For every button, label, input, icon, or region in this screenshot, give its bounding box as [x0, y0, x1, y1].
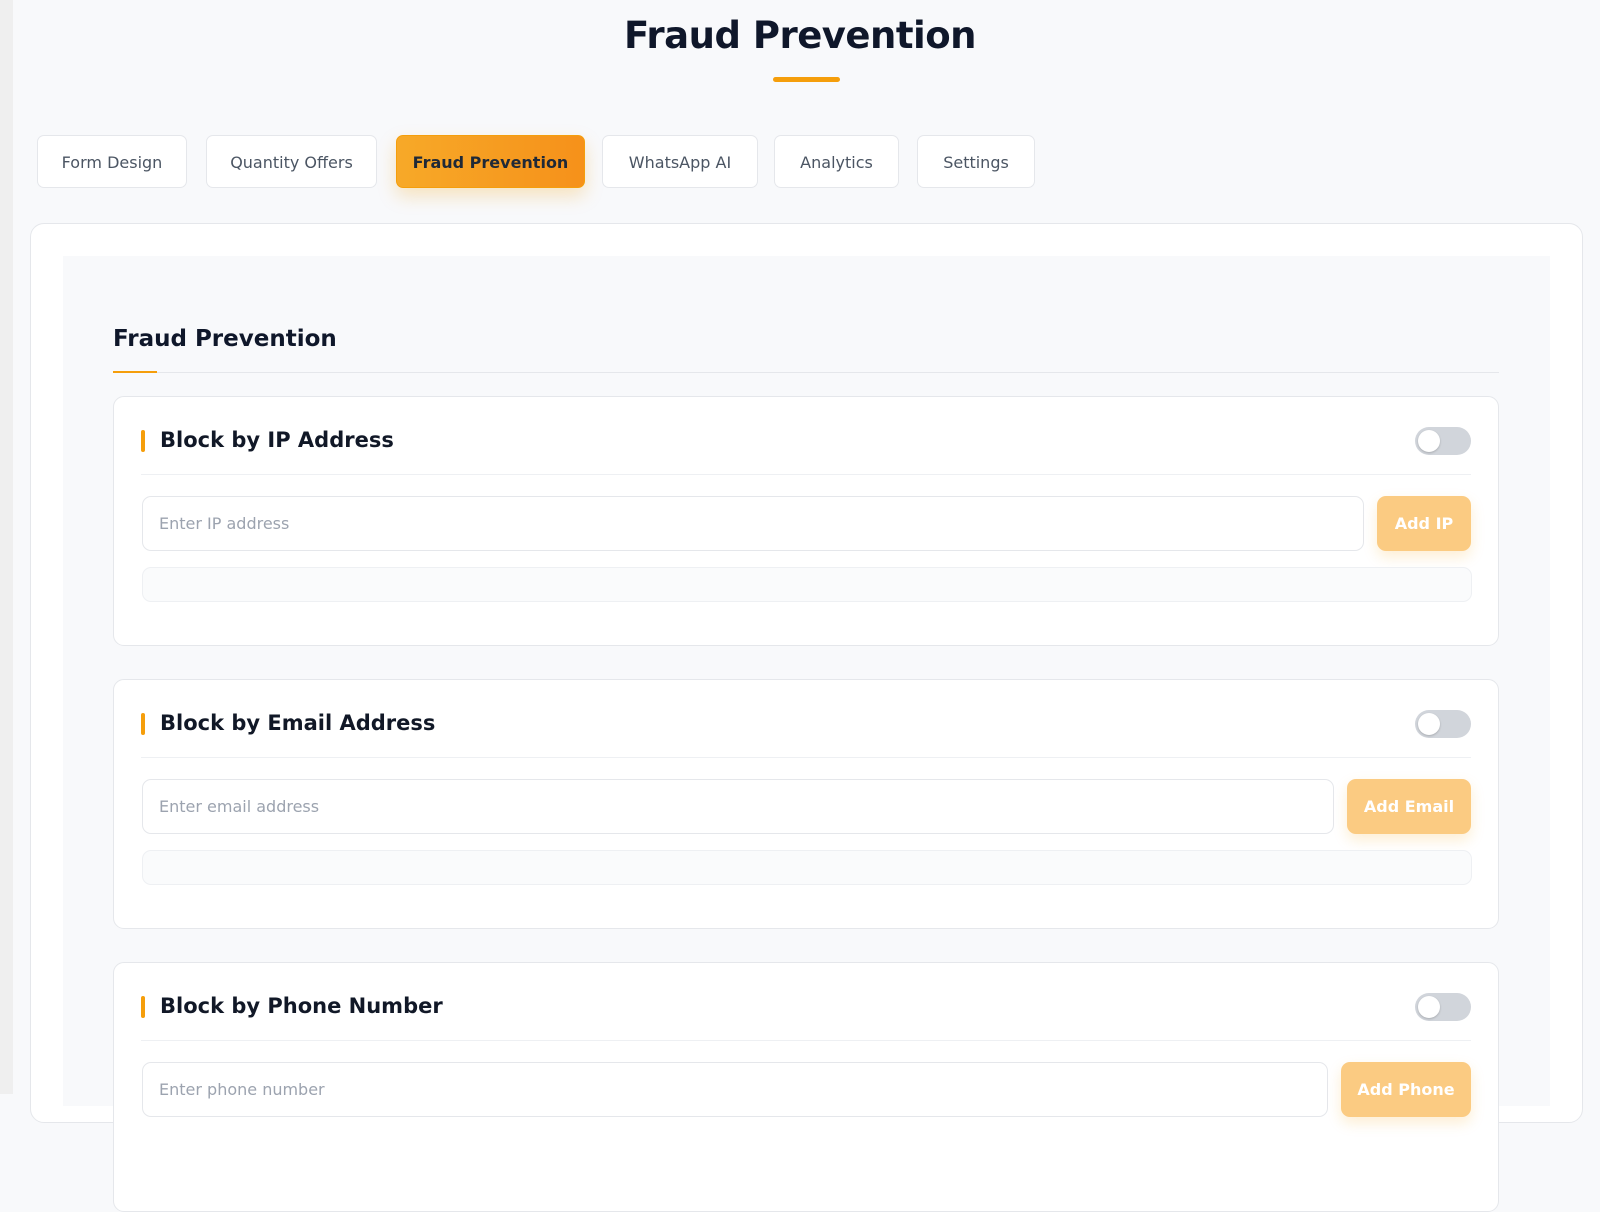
block-divider: [141, 1040, 1471, 1041]
section-accent-line: [113, 371, 157, 373]
tab-settings[interactable]: Settings: [917, 135, 1035, 188]
toggle-knob: [1418, 430, 1440, 452]
block-phone-toggle[interactable]: [1415, 993, 1471, 1021]
add-email-button[interactable]: Add Email: [1347, 779, 1471, 834]
add-ip-button[interactable]: Add IP: [1377, 496, 1471, 551]
tab-whatsapp-ai[interactable]: WhatsApp AI: [602, 135, 758, 188]
email-address-input[interactable]: [142, 779, 1334, 834]
toggle-knob: [1418, 713, 1440, 735]
page-title: Fraud Prevention: [624, 14, 976, 57]
title-underline: [773, 77, 840, 82]
add-phone-button[interactable]: Add Phone: [1341, 1062, 1471, 1117]
tab-quantity-offers[interactable]: Quantity Offers: [206, 135, 377, 188]
ip-address-input[interactable]: [142, 496, 1364, 551]
block-phone-title: Block by Phone Number: [160, 994, 443, 1018]
block-ip-title: Block by IP Address: [160, 428, 394, 452]
accent-bar: [141, 430, 145, 452]
section-title: Fraud Prevention: [113, 326, 337, 352]
tab-analytics[interactable]: Analytics: [774, 135, 899, 188]
block-email-toggle[interactable]: [1415, 710, 1471, 738]
block-divider: [141, 474, 1471, 475]
block-ip-toggle[interactable]: [1415, 427, 1471, 455]
block-divider: [141, 757, 1471, 758]
accent-bar: [141, 996, 145, 1018]
accent-bar: [141, 713, 145, 735]
tab-form-design[interactable]: Form Design: [37, 135, 187, 188]
phone-number-input[interactable]: [142, 1062, 1328, 1117]
blocked-ip-list: [142, 567, 1472, 602]
toggle-knob: [1418, 996, 1440, 1018]
left-edge-strip: [0, 0, 13, 1094]
block-email-card: Block by Email Address Add Email: [113, 679, 1499, 929]
section-divider: [113, 372, 1499, 373]
block-ip-card: Block by IP Address Add IP: [113, 396, 1499, 646]
tab-fraud-prevention[interactable]: Fraud Prevention: [396, 135, 585, 188]
blocked-email-list: [142, 850, 1472, 885]
block-email-title: Block by Email Address: [160, 711, 436, 735]
block-phone-card: Block by Phone Number Add Phone: [113, 962, 1499, 1212]
